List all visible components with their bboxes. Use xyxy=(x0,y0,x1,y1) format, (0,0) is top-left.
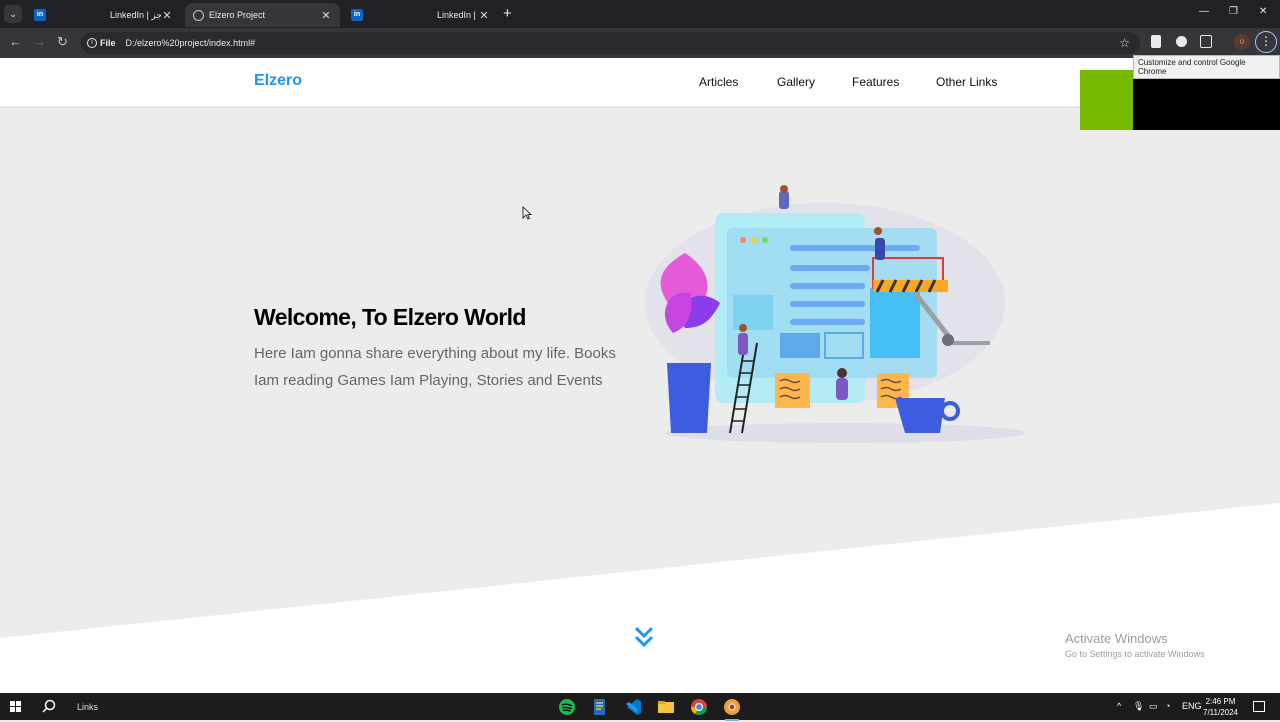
nav-link-other-links[interactable]: Other Links xyxy=(936,75,997,89)
bookmark-star-icon[interactable]: ☆ xyxy=(1119,36,1130,50)
notification-center-icon[interactable] xyxy=(1253,701,1265,712)
watermark-title: Activate Windows xyxy=(1065,631,1168,646)
taskbar-search-label[interactable]: Links xyxy=(77,702,98,712)
nav-link-articles[interactable]: Articles xyxy=(699,75,738,89)
spotify-icon[interactable] xyxy=(557,697,577,717)
linkedin-icon: in xyxy=(34,9,46,21)
close-window-button[interactable]: ✕ xyxy=(1259,6,1267,17)
profile-avatar[interactable]: o xyxy=(1234,34,1250,50)
tooltip: Customize and control Google Chrome xyxy=(1133,55,1280,79)
back-button[interactable]: ← xyxy=(9,34,22,49)
close-icon[interactable]: ✕ xyxy=(161,9,173,22)
browser-tab-strip: ⌄ in LinkedIn | الموجز ✕ Elzero Project … xyxy=(0,0,1280,28)
info-icon[interactable]: i xyxy=(87,38,97,48)
forward-button[interactable]: → xyxy=(33,34,46,49)
file-chip: File xyxy=(100,38,116,48)
chrome-menu-button[interactable]: ⋮ xyxy=(1255,31,1277,53)
clock-time: 2:46 PM xyxy=(1205,697,1236,706)
tab-elzero-project[interactable]: Elzero Project ✕ xyxy=(185,3,340,27)
hero-title: Welcome, To Elzero World xyxy=(254,304,526,330)
nav-link-gallery[interactable]: Gallery xyxy=(777,75,815,89)
vscode-icon[interactable] xyxy=(623,697,643,717)
extension-icon[interactable] xyxy=(1176,36,1187,47)
wave-divider xyxy=(0,503,1280,693)
mouse-cursor-icon xyxy=(522,206,532,220)
hero-illustration xyxy=(645,185,1025,443)
language-indicator[interactable]: ENG xyxy=(1182,701,1202,711)
chrome-icon[interactable] xyxy=(689,697,709,717)
clock-date: 7/11/2024 xyxy=(1203,708,1238,717)
tab-search-button[interactable]: ⌄ xyxy=(4,5,22,23)
windows-taskbar: Links ^ 🎙 ▭ ◔ ENG 2:46 PM 7/11/2024 xyxy=(0,693,1280,721)
page-viewport: Elzero Articles Gallery Features Other L… xyxy=(0,58,1280,693)
reading-list-icon[interactable] xyxy=(1151,35,1161,48)
show-hidden-icons-icon[interactable]: ^ xyxy=(1117,701,1121,711)
tab-title: LinkedIn | الموجز xyxy=(110,9,161,20)
tab-title: Elzero Project xyxy=(209,10,266,20)
url-text[interactable]: D:/elzero%20project/index.html# xyxy=(126,38,256,48)
windows-start-icon[interactable] xyxy=(10,701,21,712)
activate-windows-watermark: Activate Windows Go to Settings to activ… xyxy=(1065,631,1205,659)
notepad-icon[interactable] xyxy=(590,697,610,717)
minimize-button[interactable]: — xyxy=(1199,6,1209,17)
chrome-canary-icon[interactable] xyxy=(722,697,742,721)
tab-linkedin-post[interactable]: in LinkedIn | نشر ✕ xyxy=(343,3,498,27)
new-tab-button[interactable]: + xyxy=(503,5,512,22)
nav-link-features[interactable]: Features xyxy=(852,75,899,89)
reload-button[interactable]: ↻ xyxy=(57,34,68,50)
taskbar-clock[interactable]: 2:46 PM 7/11/2024 xyxy=(1203,696,1238,718)
battery-icon[interactable]: ▭ xyxy=(1149,701,1158,712)
puzzle-icon[interactable] xyxy=(1200,35,1212,48)
watermark-subtitle: Go to Settings to activate Windows xyxy=(1065,649,1205,659)
close-icon[interactable]: ✕ xyxy=(478,9,490,22)
black-overlay-block xyxy=(1133,70,1280,130)
chevron-double-down-icon[interactable] xyxy=(634,626,654,648)
file-explorer-icon[interactable] xyxy=(656,697,676,717)
green-overlay-block xyxy=(1080,70,1134,130)
microphone-icon[interactable]: 🎙 xyxy=(1133,701,1144,712)
browser-toolbar: ← → ↻ i File D:/elzero%20project/index.h… xyxy=(0,28,1280,58)
address-bar[interactable]: i File D:/elzero%20project/index.html# ☆ xyxy=(81,32,1140,54)
hero-text: Here Iam gonna share everything about my… xyxy=(254,345,616,389)
restore-button[interactable]: ❐ xyxy=(1229,6,1238,17)
globe-icon xyxy=(193,9,204,21)
tab-title: LinkedIn | نشر xyxy=(437,9,478,20)
linkedin-icon: in xyxy=(351,9,363,21)
tab-linkedin-feed[interactable]: in LinkedIn | الموجز ✕ xyxy=(26,3,181,27)
close-icon[interactable]: ✕ xyxy=(320,9,332,22)
site-logo[interactable]: Elzero xyxy=(254,72,302,90)
search-icon[interactable] xyxy=(42,699,56,713)
network-icon[interactable]: ◔ xyxy=(1165,701,1170,711)
